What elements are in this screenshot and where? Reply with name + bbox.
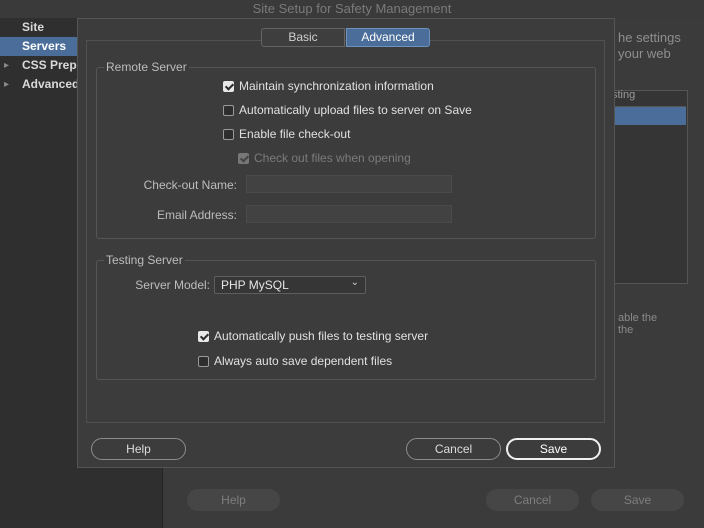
help-button[interactable]: Help (91, 438, 186, 460)
auto-push-label: Automatically push files to testing serv… (214, 329, 429, 343)
checkout-name-label: Check-out Name: (143, 178, 237, 192)
auto-push-checkbox[interactable] (198, 330, 209, 342)
checkout-when-opening-option: Check out files when opening (238, 150, 411, 166)
enable-checkout-label: Enable file check-out (239, 127, 351, 141)
sidebar-item-label: Site (22, 20, 45, 34)
background-save-button[interactable]: Save (591, 489, 684, 511)
sidebar-item-label: Servers (22, 39, 67, 53)
checkout-name-field (246, 175, 452, 193)
cancel-button[interactable]: Cancel (406, 438, 501, 460)
auto-upload-option[interactable]: Automatically upload files to server on … (223, 102, 472, 118)
email-address-field (246, 205, 452, 223)
maintain-sync-label: Maintain synchronization information (239, 79, 434, 93)
window-title: Site Setup for Safety Management (252, 1, 452, 16)
auto-upload-label: Automatically upload files to server on … (239, 103, 472, 117)
background-table-row[interactable] (607, 107, 686, 125)
background-note: the (618, 324, 634, 336)
tab-basic[interactable]: Basic (261, 28, 345, 47)
chevron-down-icon: ⌄ (350, 277, 359, 288)
background-footer: Help Cancel Save (178, 470, 704, 528)
background-table-column: sting (612, 89, 636, 101)
background-cancel-button[interactable]: Cancel (486, 489, 579, 511)
auto-save-dependent-label: Always auto save dependent files (214, 354, 393, 368)
background-description: your web (618, 46, 671, 61)
chevron-right-icon[interactable]: ▸ (4, 75, 9, 94)
testing-server-title: Testing Server (104, 253, 185, 267)
auto-push-option[interactable]: Automatically push files to testing serv… (198, 328, 428, 344)
auto-upload-checkbox[interactable] (223, 104, 234, 116)
auto-save-dependent-option[interactable]: Always auto save dependent files (198, 353, 392, 369)
enable-checkout-option[interactable]: Enable file check-out (223, 126, 350, 142)
background-note: able the (618, 312, 658, 324)
checkout-when-opening-checkbox (238, 152, 249, 164)
server-model-value: PHP MySQL (221, 278, 289, 292)
enable-checkout-checkbox[interactable] (223, 128, 234, 140)
email-address-label: Email Address: (156, 208, 237, 222)
background-help-button[interactable]: Help (187, 489, 280, 511)
maintain-sync-option[interactable]: Maintain synchronization information (223, 78, 434, 94)
checkout-when-opening-label: Check out files when opening (254, 151, 411, 165)
auto-save-dependent-checkbox[interactable] (198, 355, 209, 367)
background-description: he settings (618, 30, 681, 45)
chevron-right-icon[interactable]: ▸ (4, 56, 9, 75)
server-model-label: Server Model: (135, 278, 210, 292)
tab-advanced[interactable]: Advanced (346, 28, 430, 47)
remote-server-title: Remote Server (104, 60, 189, 74)
maintain-sync-checkbox[interactable] (223, 80, 234, 92)
save-button[interactable]: Save (506, 438, 601, 460)
sidebar-item-label: Advanced (22, 77, 80, 91)
server-model-select[interactable]: PHP MySQL ⌄ (214, 276, 366, 294)
tab-bar: Basic Advanced (261, 28, 430, 47)
